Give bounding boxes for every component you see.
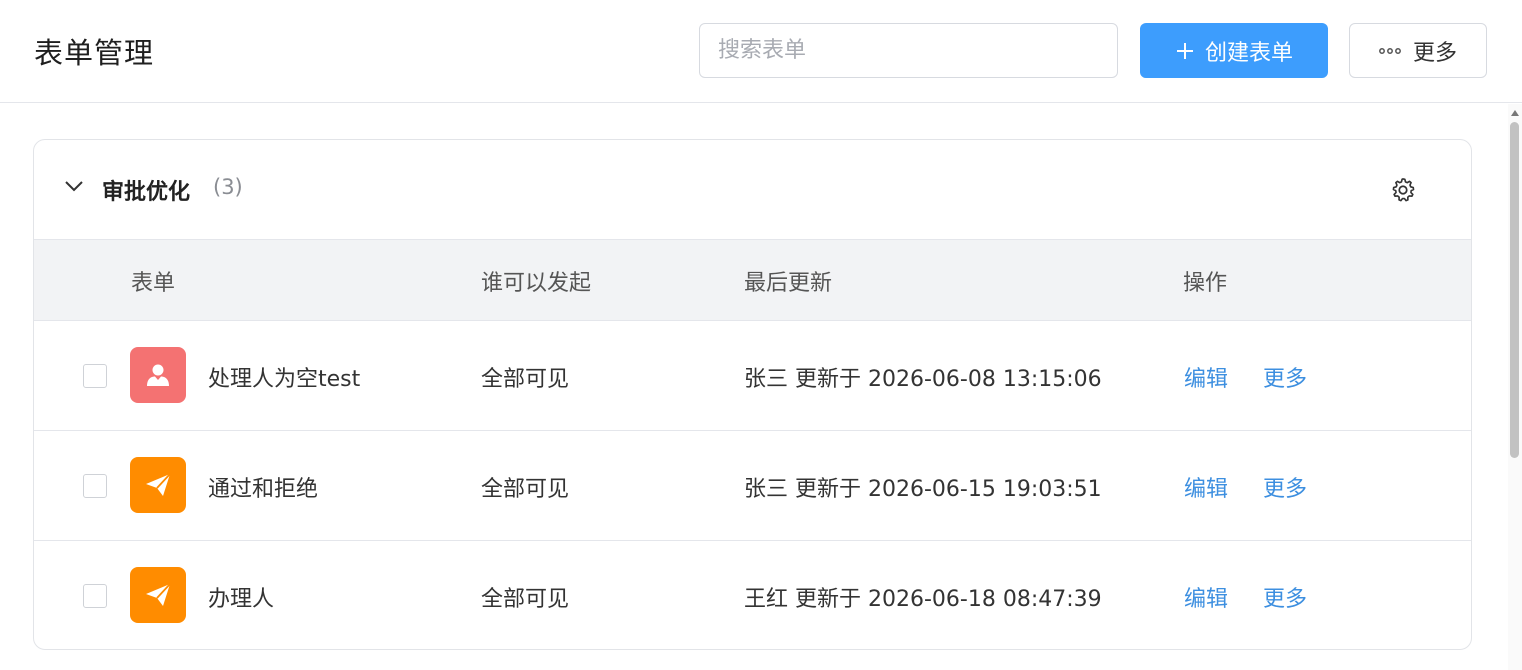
visibility-text: 全部可见: [481, 367, 570, 392]
column-header-form: 表单: [131, 271, 176, 296]
visibility-text: 全部可见: [481, 477, 570, 502]
top-bar: 表单管理 创建表单 更多: [0, 0, 1522, 103]
create-form-button[interactable]: 创建表单: [1140, 23, 1328, 78]
form-name[interactable]: 处理人为空test: [208, 361, 360, 393]
more-link[interactable]: 更多: [1263, 471, 1307, 503]
form-name[interactable]: 通过和拒绝: [208, 471, 318, 503]
chevron-down-icon[interactable]: [64, 180, 84, 192]
edit-link[interactable]: 编辑: [1184, 471, 1228, 503]
last-updated-text: 张三 更新于 2026-06-08 13:15:06: [744, 367, 1102, 392]
group-title: 审批优化: [102, 180, 191, 205]
page-title: 表单管理: [34, 36, 155, 70]
create-form-label: 创建表单: [1204, 40, 1293, 66]
search-input[interactable]: [699, 23, 1118, 78]
row-checkbox[interactable]: [83, 474, 107, 498]
column-header-last-updated: 最后更新: [744, 271, 833, 296]
row-checkbox[interactable]: [83, 584, 107, 608]
last-updated-text: 王红 更新于 2026-06-18 08:47:39: [744, 587, 1102, 612]
group-count: (3): [213, 175, 243, 199]
table-row: 通过和拒绝 全部可见 张三 更新于 2026-06-15 19:03:51 编辑…: [34, 431, 1471, 541]
last-updated-text: 张三 更新于 2026-06-15 19:03:51: [744, 477, 1102, 502]
column-header-initiator: 谁可以发起: [481, 271, 592, 296]
edit-link[interactable]: 编辑: [1184, 361, 1228, 393]
paper-plane-icon: [130, 457, 186, 513]
ellipsis-icon: [1379, 47, 1401, 54]
paper-plane-icon: [130, 567, 186, 623]
table-header: 表单 谁可以发起 最后更新 操作: [34, 239, 1471, 321]
column-header-actions: 操作: [1183, 271, 1228, 296]
gear-icon[interactable]: [1389, 176, 1417, 204]
more-link[interactable]: 更多: [1263, 361, 1307, 393]
table-row: 办理人 全部可见 王红 更新于 2026-06-18 08:47:39 编辑 更…: [34, 541, 1471, 649]
form-name[interactable]: 办理人: [208, 581, 274, 613]
more-actions-label: 更多: [1412, 40, 1457, 66]
table-row: 处理人为空test 全部可见 张三 更新于 2026-06-08 13:15:0…: [34, 321, 1471, 431]
group-header: 审批优化 (3): [34, 140, 1471, 239]
person-icon: [130, 347, 186, 403]
edit-link[interactable]: 编辑: [1184, 581, 1228, 613]
plus-icon: [1176, 42, 1193, 59]
more-actions-button[interactable]: 更多: [1349, 23, 1487, 78]
scroll-up-arrow-icon[interactable]: [1511, 110, 1519, 116]
form-group-card: 审批优化 (3) 表单 谁可以发起 最后更新 操作 处理人为空test 全部可见…: [33, 139, 1472, 650]
row-checkbox[interactable]: [83, 364, 107, 388]
visibility-text: 全部可见: [481, 587, 570, 612]
scrollbar-thumb[interactable]: [1510, 122, 1519, 458]
more-link[interactable]: 更多: [1263, 581, 1307, 613]
